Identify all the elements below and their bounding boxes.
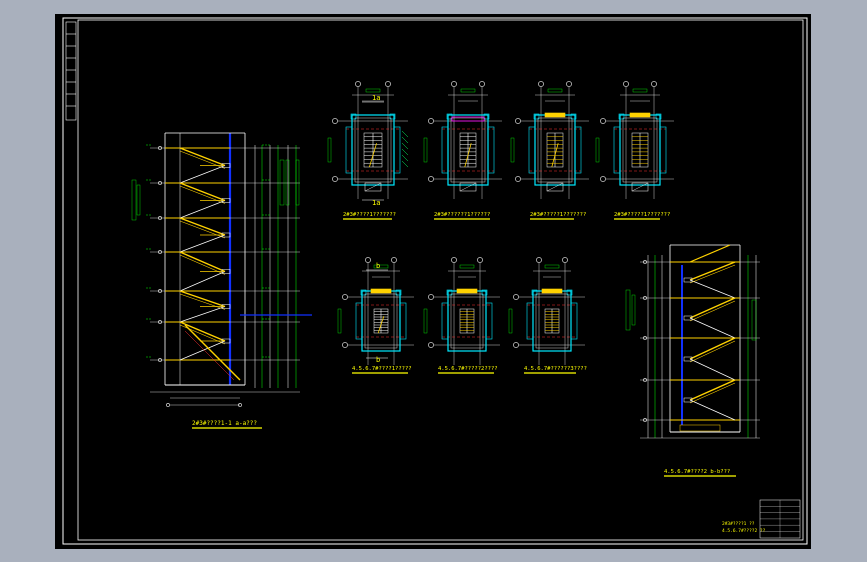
- plan-4-lintel: [629, 112, 651, 118]
- plan-7-lintel: [541, 288, 563, 294]
- plan-3-lintel: [544, 112, 566, 118]
- section-right-label: 4.5.6.7#????2 b-b???: [664, 469, 730, 475]
- section-mark-a-bottom: 1a: [372, 199, 380, 207]
- plan-5-label: 4.5.6.7#????1?????: [352, 366, 412, 372]
- section-left-label: 2#3#????1-1 a-a???: [192, 420, 257, 427]
- section-mark-b-bottom: b: [376, 356, 380, 364]
- plan-6-label: 4.5.6.7#?????2????: [438, 366, 498, 372]
- cad-drawing-canvas: 2#3#????1-1 a-a??? 2#3#????1??????? 2#3#…: [55, 14, 811, 549]
- plan-5-lintel: [370, 288, 392, 294]
- section-mark-a-top: 1a: [372, 94, 380, 102]
- plan-3-label: 2#3#?????1???????: [530, 212, 586, 218]
- section-mark-b-top: b: [376, 262, 380, 270]
- plan-4-label: 2#3#?????1???????: [614, 212, 670, 218]
- plan-1-label: 2#3#????1???????: [343, 212, 396, 218]
- plan-7-label: 4.5.6.7#??????3????: [524, 366, 587, 372]
- plan-2-label: 2#3#??????1??????: [434, 212, 490, 218]
- plan-6-lintel: [456, 288, 478, 294]
- title-block-line-1: 2#3#????1 ??: [722, 521, 755, 527]
- title-block-line-2: 4.5.6.7#????2 ??: [722, 528, 766, 534]
